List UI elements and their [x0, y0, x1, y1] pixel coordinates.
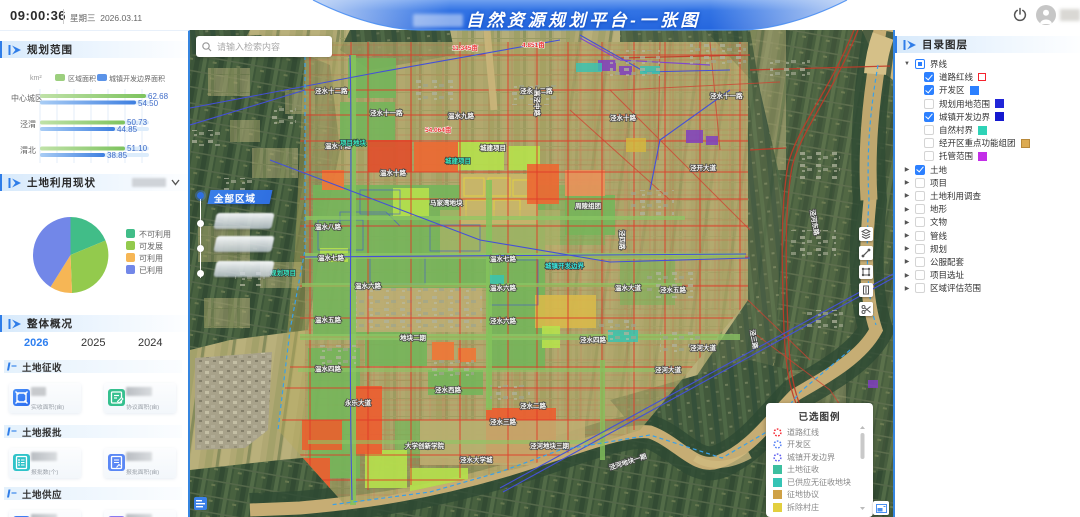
svg-text:泾水十一路: 泾水十一路 [710, 91, 743, 100]
svg-text:温水六路: 温水六路 [490, 283, 517, 292]
svg-text:中心城区: 中心城区 [11, 93, 43, 103]
svg-text:泾水六路: 泾水六路 [490, 316, 517, 325]
svg-text:城建项目: 城建项目 [445, 156, 471, 165]
svg-text:温水七路: 温水七路 [490, 254, 517, 263]
svg-text:温水六路: 温水六路 [355, 281, 382, 290]
svg-text:泾水二路: 泾水二路 [520, 401, 547, 410]
svg-text:温水十路: 温水十路 [380, 168, 407, 177]
svg-text:地块二期: 地块二期 [400, 333, 427, 342]
svg-text:周陵组团: 周陵组团 [575, 201, 602, 210]
svg-text:54.50: 54.50 [138, 99, 159, 108]
svg-text:不可利用: 不可利用 [139, 229, 171, 239]
svg-text:可利用: 可利用 [139, 253, 163, 263]
svg-text:城镇开发边界: 城镇开发边界 [545, 261, 585, 270]
svg-text:永乐大道: 永乐大道 [344, 398, 372, 407]
svg-text:泾四路: 泾四路 [618, 230, 627, 250]
svg-text:38.85: 38.85 [107, 151, 128, 160]
svg-text:泾渭: 泾渭 [20, 119, 36, 129]
svg-text:51.10: 51.10 [127, 144, 148, 153]
svg-text:项目地块: 项目地块 [340, 138, 367, 147]
svg-text:区域面积: 区域面积 [68, 74, 96, 83]
svg-text:温水五路: 温水五路 [315, 315, 342, 324]
svg-text:11.345亩: 11.345亩 [452, 43, 479, 52]
svg-text:渭北: 渭北 [20, 145, 36, 155]
svg-text:城镇开发边界面积: 城镇开发边界面积 [109, 74, 165, 83]
svg-text:高泾中路: 高泾中路 [533, 90, 542, 117]
svg-text:泾水三路: 泾水三路 [490, 417, 517, 426]
svg-text:温水大道: 温水大道 [615, 283, 642, 292]
svg-text:泾水五路: 泾水五路 [660, 285, 687, 294]
svg-text:规划项目: 规划项目 [270, 268, 296, 277]
svg-text:泾河大道: 泾河大道 [655, 365, 682, 374]
svg-text:泾水四路: 泾水四路 [580, 335, 607, 344]
svg-text:泾开大道: 泾开大道 [690, 163, 717, 172]
svg-text:泾河地块三期: 泾河地块三期 [530, 441, 570, 450]
svg-text:泾水西路: 泾水西路 [435, 385, 462, 394]
svg-text:泾水大学城: 泾水大学城 [460, 455, 493, 464]
svg-text:泾水十一路: 泾水十一路 [370, 108, 403, 117]
svg-text:温水九路: 温水九路 [448, 111, 475, 120]
svg-text:城建项目: 城建项目 [480, 143, 506, 152]
svg-text:泾河大道: 泾河大道 [690, 343, 717, 352]
svg-text:km²: km² [30, 75, 42, 82]
svg-text:泾水十路: 泾水十路 [610, 113, 637, 122]
svg-text:大学创新学院: 大学创新学院 [405, 441, 445, 450]
svg-text:泾水十二路: 泾水十二路 [315, 86, 348, 95]
svg-text:温水八路: 温水八路 [315, 222, 342, 231]
svg-text:可发展: 可发展 [139, 241, 163, 251]
svg-text:54.064亩: 54.064亩 [425, 125, 452, 134]
svg-text:温水七路: 温水七路 [318, 253, 345, 262]
svg-text:已利用: 已利用 [139, 265, 163, 275]
svg-text:4.851亩: 4.851亩 [522, 40, 545, 49]
svg-text:温水四路: 温水四路 [315, 364, 342, 373]
svg-text:马家湾地块: 马家湾地块 [430, 198, 463, 207]
svg-text:44.85: 44.85 [117, 125, 138, 134]
